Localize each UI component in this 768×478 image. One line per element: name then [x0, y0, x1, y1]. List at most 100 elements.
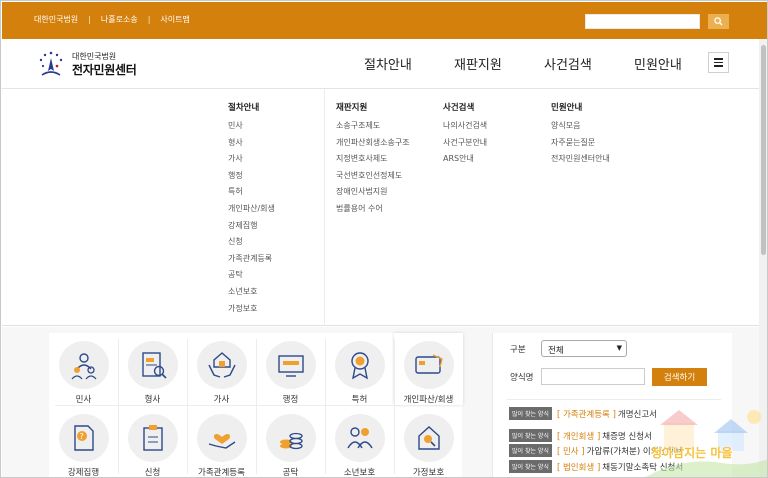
menu-item[interactable]: 가사 — [228, 151, 275, 168]
grid-divider — [187, 339, 188, 474]
popular-form-item[interactable]: 많이 찾는 양식[ 개인회생 ] 채증명 신청서 — [509, 429, 652, 442]
tile-icon-circle — [403, 341, 454, 389]
menu-item[interactable]: 전자민원센터안내 — [551, 151, 610, 168]
award-icon — [350, 352, 369, 380]
menu-item[interactable]: 나의사건검색 — [443, 118, 487, 135]
tile-icon-circle — [127, 341, 178, 389]
menu-item[interactable]: 개인파산회생소송구조 — [336, 135, 410, 152]
tile-label: 신청 — [144, 468, 161, 478]
form-category: [ 민사 ] — [556, 446, 585, 457]
top-links: 대한민국법원 | 나홀로소송 | 사이트맵 — [34, 14, 190, 25]
tile-label: 민사 — [75, 395, 92, 405]
procedure-tile[interactable]: 신청 — [118, 406, 187, 478]
tile-label: 가사 — [213, 395, 230, 405]
grid-divider — [55, 405, 455, 406]
procedure-tile[interactable]: 형사 — [118, 333, 187, 405]
menu-column-case-search: 사건검색나의사건검색 사건구분안내 ARS안내 — [443, 101, 487, 168]
menu-item[interactable]: 자주묻는질문 — [551, 135, 610, 152]
menu-item[interactable]: 형사 — [228, 135, 275, 152]
grid-divider — [325, 339, 326, 474]
house-hands-icon — [207, 352, 236, 378]
site-header: 대한민국법원 전자민원센터 절차안내 재판지원 사건검색 민원안내 — [2, 39, 759, 89]
tile-icon-circle — [127, 414, 178, 462]
procedure-tile[interactable]: 소년보호 — [325, 406, 394, 478]
procedure-tile[interactable]: 공탁 — [256, 406, 325, 477]
procedure-tile[interactable]: ? 강제집행 — [49, 406, 118, 478]
category-select-value: 전체 — [548, 346, 564, 356]
menu-item[interactable]: 사건구분안내 — [443, 135, 487, 152]
menu-column-title[interactable]: 민원안내 — [551, 101, 610, 113]
form-category: [ 개인회생 ] — [556, 431, 601, 442]
menu-item[interactable]: ARS안내 — [443, 151, 487, 168]
procedure-tile[interactable]: 가사 — [187, 333, 256, 405]
top-search-input[interactable] — [585, 14, 700, 29]
form-divider — [507, 399, 721, 400]
nav-trial-support[interactable]: 재판지원 — [454, 54, 502, 73]
menu-item[interactable]: 강제집행 — [228, 218, 275, 235]
mega-menu: 절차안내민사 형사 가사 행정 특허 개인파산/회생 강제집행 신청 가족관계등록 공탁 소년보호 가… — [2, 89, 759, 326]
procedure-tile[interactable]: 민사 — [49, 333, 118, 405]
doc-question-icon: ? — [73, 425, 94, 451]
form-name-input[interactable] — [541, 368, 645, 385]
menu-column-title[interactable]: 사건검색 — [443, 101, 487, 113]
grid-divider — [118, 339, 119, 474]
menu-item[interactable]: 신청 — [228, 234, 275, 251]
menu-column-title[interactable]: 절차안내 — [228, 101, 275, 113]
people-icon — [71, 353, 96, 380]
tile-icon-circle — [265, 341, 316, 389]
menu-item[interactable]: 특허 — [228, 184, 275, 201]
menu-item[interactable]: 가족관계등록 — [228, 251, 275, 268]
tile-label: 행정 — [282, 395, 299, 405]
nav-civil-service[interactable]: 민원안내 — [634, 54, 682, 73]
top-link-sitemap[interactable]: 사이트맵 — [160, 14, 189, 25]
family-icon — [346, 427, 373, 449]
menu-item[interactable]: 법률용어 수어 — [336, 201, 410, 218]
menu-item[interactable]: 개인파산/회생 — [228, 201, 275, 218]
top-link-self-litigation[interactable]: 나홀로소송 — [101, 14, 138, 25]
procedure-tile[interactable]: 특허 — [325, 333, 394, 405]
menu-item[interactable]: 가정보호 — [228, 301, 275, 318]
menu-item[interactable]: 행정 — [228, 168, 275, 185]
menu-column-title[interactable]: 재판지원 — [336, 101, 410, 113]
heart-hand-icon — [208, 433, 235, 449]
popular-form-item[interactable]: 많이 찾는 양식[ 가족관계등록 ] 개명신고서 — [509, 407, 657, 420]
popular-badge: 많이 찾는 양식 — [509, 429, 552, 442]
tile-icon-circle — [265, 414, 316, 462]
menu-item[interactable]: 지정변호사제도 — [336, 151, 410, 168]
menu-column-trial-support: 재판지원소송구조제도 개인파산회생소송구조 지정변호사제도 국선변호인선정제도 장애인사… — [336, 101, 410, 218]
menu-item[interactable]: 공탁 — [228, 267, 275, 284]
tile-label: 특허 — [351, 395, 368, 405]
tile-icon-circle — [58, 341, 109, 389]
category-select[interactable]: 전체 ▼ — [541, 340, 627, 357]
tile-label: 개인파산/회생 — [403, 395, 454, 405]
menu-column-civil-service: 민원안내양식모음 자주묻는질문 전자민원센터안내 — [551, 101, 610, 168]
grid-divider — [256, 339, 257, 474]
browser-frame: 대한민국법원 | 나홀로소송 | 사이트맵 대한민국법원 전자민원센터 절차안내… — [0, 0, 768, 478]
monitor-icon — [277, 355, 304, 377]
form-search-button[interactable]: 검색하기 — [652, 368, 707, 386]
procedure-tile[interactable]: 행정 — [256, 333, 325, 405]
tile-label: 강제집행 — [67, 468, 100, 478]
site-logo[interactable]: 대한민국법원 전자민원센터 — [36, 49, 137, 79]
tile-label: 소년보호 — [343, 468, 376, 478]
scrollbar-thumb[interactable] — [761, 45, 766, 255]
menu-item[interactable]: 장애인사법지원 — [336, 184, 410, 201]
menu-item[interactable]: 국선변호인선정제도 — [336, 168, 410, 185]
menu-toggle-button[interactable] — [708, 52, 729, 73]
menu-item[interactable]: 양식모음 — [551, 118, 610, 135]
procedure-tile[interactable]: 가족관계등록 — [187, 406, 256, 477]
menu-divider — [324, 89, 325, 326]
tile-icon-circle — [334, 341, 385, 389]
procedure-tile[interactable]: 가정보호 — [394, 406, 463, 477]
top-link-court[interactable]: 대한민국법원 — [34, 14, 78, 25]
nav-case-search[interactable]: 사건검색 — [544, 54, 592, 73]
procedure-tile[interactable]: 개인파산/회생 — [394, 333, 463, 405]
menu-item[interactable]: 민사 — [228, 118, 275, 135]
clipboard-icon — [142, 425, 163, 451]
form-category: [ 가족관계등록 ] — [556, 409, 616, 420]
menu-item[interactable]: 소송구조제도 — [336, 118, 410, 135]
menu-item[interactable]: 소년보호 — [228, 284, 275, 301]
tile-label: 형사 — [144, 395, 161, 405]
top-search-button[interactable] — [708, 14, 729, 29]
nav-procedure[interactable]: 절차안내 — [364, 54, 412, 73]
